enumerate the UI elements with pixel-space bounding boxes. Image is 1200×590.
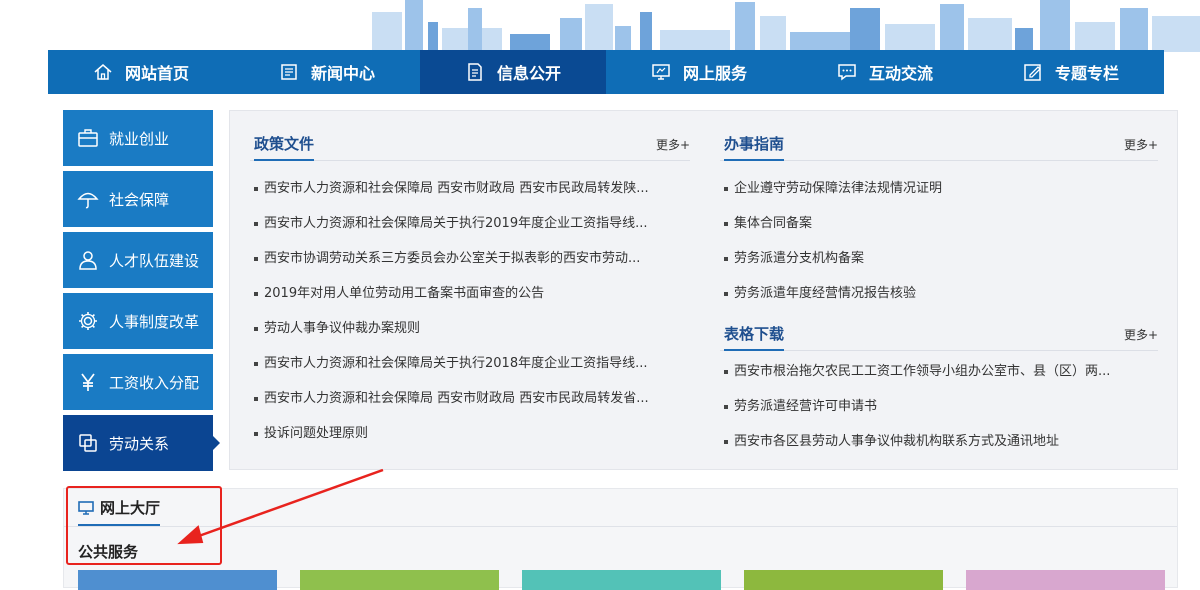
list-item[interactable]: 西安市各区县劳动人事争议仲裁机构联系方式及通讯地址 bbox=[720, 424, 1158, 459]
news-icon bbox=[281, 64, 297, 80]
right-column: 办事指南 更多+ 企业遵守劳动保障法律法规情况证明 集体合同备案 劳务派遣分支机… bbox=[720, 111, 1158, 449]
list-item[interactable]: 西安市根治拖欠农民工工资工作领导小组办公室市、县（区）两... bbox=[720, 354, 1158, 389]
side-item-social-security[interactable]: 社会保障 bbox=[63, 171, 213, 227]
service-tile[interactable] bbox=[78, 570, 277, 590]
side-item-wage[interactable]: 工资收入分配 bbox=[63, 354, 213, 410]
side-item-labor-relations[interactable]: 劳动关系 bbox=[63, 415, 220, 471]
side-menu: 就业创业 社会保障 人才队伍建设 人事制度改革 工资收入分配 劳动关系 bbox=[63, 110, 220, 476]
service-tiles bbox=[78, 570, 1188, 590]
guide-list: 企业遵守劳动保障法律法规情况证明 集体合同备案 劳务派遣分支机构备案 劳务派遣年… bbox=[720, 171, 1158, 311]
copy-icon bbox=[77, 432, 99, 454]
nav-label: 信息公开 bbox=[496, 64, 561, 83]
side-item-label: 社会保障 bbox=[109, 190, 170, 209]
service-tile[interactable] bbox=[300, 570, 499, 590]
top-nav: 网站首页 新闻中心 信息公开 网上服务 互动交流 专题专栏 bbox=[48, 50, 1164, 94]
list-item[interactable]: 2019年对用人单位劳动用工备案书面审查的公告 bbox=[250, 276, 690, 311]
list-item[interactable]: 西安市人力资源和社会保障局 西安市财政局 西安市民政局转发陕... bbox=[250, 171, 690, 206]
nav-label: 互动交流 bbox=[868, 64, 933, 83]
side-item-label: 人事制度改革 bbox=[109, 312, 200, 331]
section-header: 表格下载 更多+ bbox=[720, 291, 1158, 351]
gear-icon bbox=[77, 310, 99, 332]
guide-section: 办事指南 更多+ 企业遵守劳动保障法律法规情况证明 集体合同备案 劳务派遣分支机… bbox=[720, 111, 1158, 311]
nav-online-service[interactable]: 网上服务 bbox=[606, 50, 792, 94]
side-item-label: 人才队伍建设 bbox=[109, 251, 200, 270]
nav-news[interactable]: 新闻中心 bbox=[234, 50, 420, 94]
document-icon bbox=[468, 63, 482, 81]
annotation-highlight-box bbox=[66, 486, 222, 565]
nav-label: 网上服务 bbox=[682, 64, 747, 83]
side-item-employment[interactable]: 就业创业 bbox=[63, 110, 213, 166]
list-item[interactable]: 西安市人力资源和社会保障局关于执行2018年度企业工资指导线... bbox=[250, 346, 690, 381]
umbrella-icon bbox=[77, 188, 99, 210]
nav-label: 网站首页 bbox=[124, 64, 189, 83]
more-link[interactable]: 更多+ bbox=[1124, 326, 1158, 343]
section-header: 办事指南 更多+ bbox=[720, 111, 1158, 161]
home-icon bbox=[94, 64, 112, 80]
section-title: 办事指南 bbox=[724, 133, 785, 161]
list-item[interactable]: 西安市人力资源和社会保障局 西安市财政局 西安市民政局转发省... bbox=[250, 381, 690, 416]
list-item[interactable]: 西安市协调劳动关系三方委员会办公室关于拟表彰的西安市劳动... bbox=[250, 241, 690, 276]
online-hall-tabbar: 网上大厅 bbox=[64, 489, 1177, 527]
section-title: 政策文件 bbox=[254, 133, 315, 161]
monitor-icon bbox=[652, 64, 670, 80]
policy-list: 西安市人力资源和社会保障局 西安市财政局 西安市民政局转发陕... 西安市人力资… bbox=[250, 171, 690, 451]
section-title: 表格下载 bbox=[724, 323, 785, 351]
side-item-personnel-reform[interactable]: 人事制度改革 bbox=[63, 293, 213, 349]
list-item[interactable]: 企业遵守劳动保障法律法规情况证明 bbox=[720, 171, 1158, 206]
nav-info-disclosure[interactable]: 信息公开 bbox=[420, 50, 606, 94]
side-item-label: 工资收入分配 bbox=[109, 373, 200, 392]
edit-icon bbox=[1024, 64, 1041, 81]
nav-interaction[interactable]: 互动交流 bbox=[792, 50, 978, 94]
yen-icon bbox=[77, 371, 99, 393]
side-item-label: 劳动关系 bbox=[109, 434, 170, 453]
list-item[interactable]: 西安市人力资源和社会保障局关于执行2019年度企业工资指导线... bbox=[250, 206, 690, 241]
nav-home[interactable]: 网站首页 bbox=[48, 50, 234, 94]
online-hall-panel: 网上大厅 公共服务 bbox=[63, 488, 1178, 590]
list-item[interactable]: 劳务派遣分支机构备案 bbox=[720, 241, 1158, 276]
nav-special-column[interactable]: 专题专栏 bbox=[978, 50, 1164, 94]
header-skyline bbox=[0, 0, 1200, 52]
side-item-label: 就业创业 bbox=[109, 129, 170, 148]
list-item[interactable]: 投诉问题处理原则 bbox=[250, 416, 690, 451]
nav-label: 新闻中心 bbox=[310, 64, 375, 83]
policy-section: 政策文件 更多+ 西安市人力资源和社会保障局 西安市财政局 西安市民政局转发陕.… bbox=[250, 111, 690, 451]
more-link[interactable]: 更多+ bbox=[1124, 136, 1158, 153]
list-item[interactable]: 劳务派遣经营许可申请书 bbox=[720, 389, 1158, 424]
list-item[interactable]: 劳动人事争议仲裁办案规则 bbox=[250, 311, 690, 346]
chat-icon bbox=[838, 64, 856, 81]
side-item-talent[interactable]: 人才队伍建设 bbox=[63, 232, 213, 288]
more-link[interactable]: 更多+ bbox=[656, 136, 690, 153]
nav-label: 专题专栏 bbox=[1054, 64, 1119, 83]
content-panel: 政策文件 更多+ 西安市人力资源和社会保障局 西安市财政局 西安市民政局转发陕.… bbox=[229, 110, 1178, 470]
service-tile[interactable] bbox=[744, 570, 943, 590]
service-tile[interactable] bbox=[966, 570, 1165, 590]
section-header: 政策文件 更多+ bbox=[250, 111, 690, 161]
list-item[interactable]: 集体合同备案 bbox=[720, 206, 1158, 241]
service-tile[interactable] bbox=[522, 570, 721, 590]
forms-section: 表格下载 更多+ 西安市根治拖欠农民工工资工作领导小组办公室市、县（区）两...… bbox=[720, 291, 1158, 459]
briefcase-icon bbox=[77, 127, 99, 149]
person-icon bbox=[77, 249, 99, 271]
forms-list: 西安市根治拖欠农民工工资工作领导小组办公室市、县（区）两... 劳务派遣经营许可… bbox=[720, 354, 1158, 459]
